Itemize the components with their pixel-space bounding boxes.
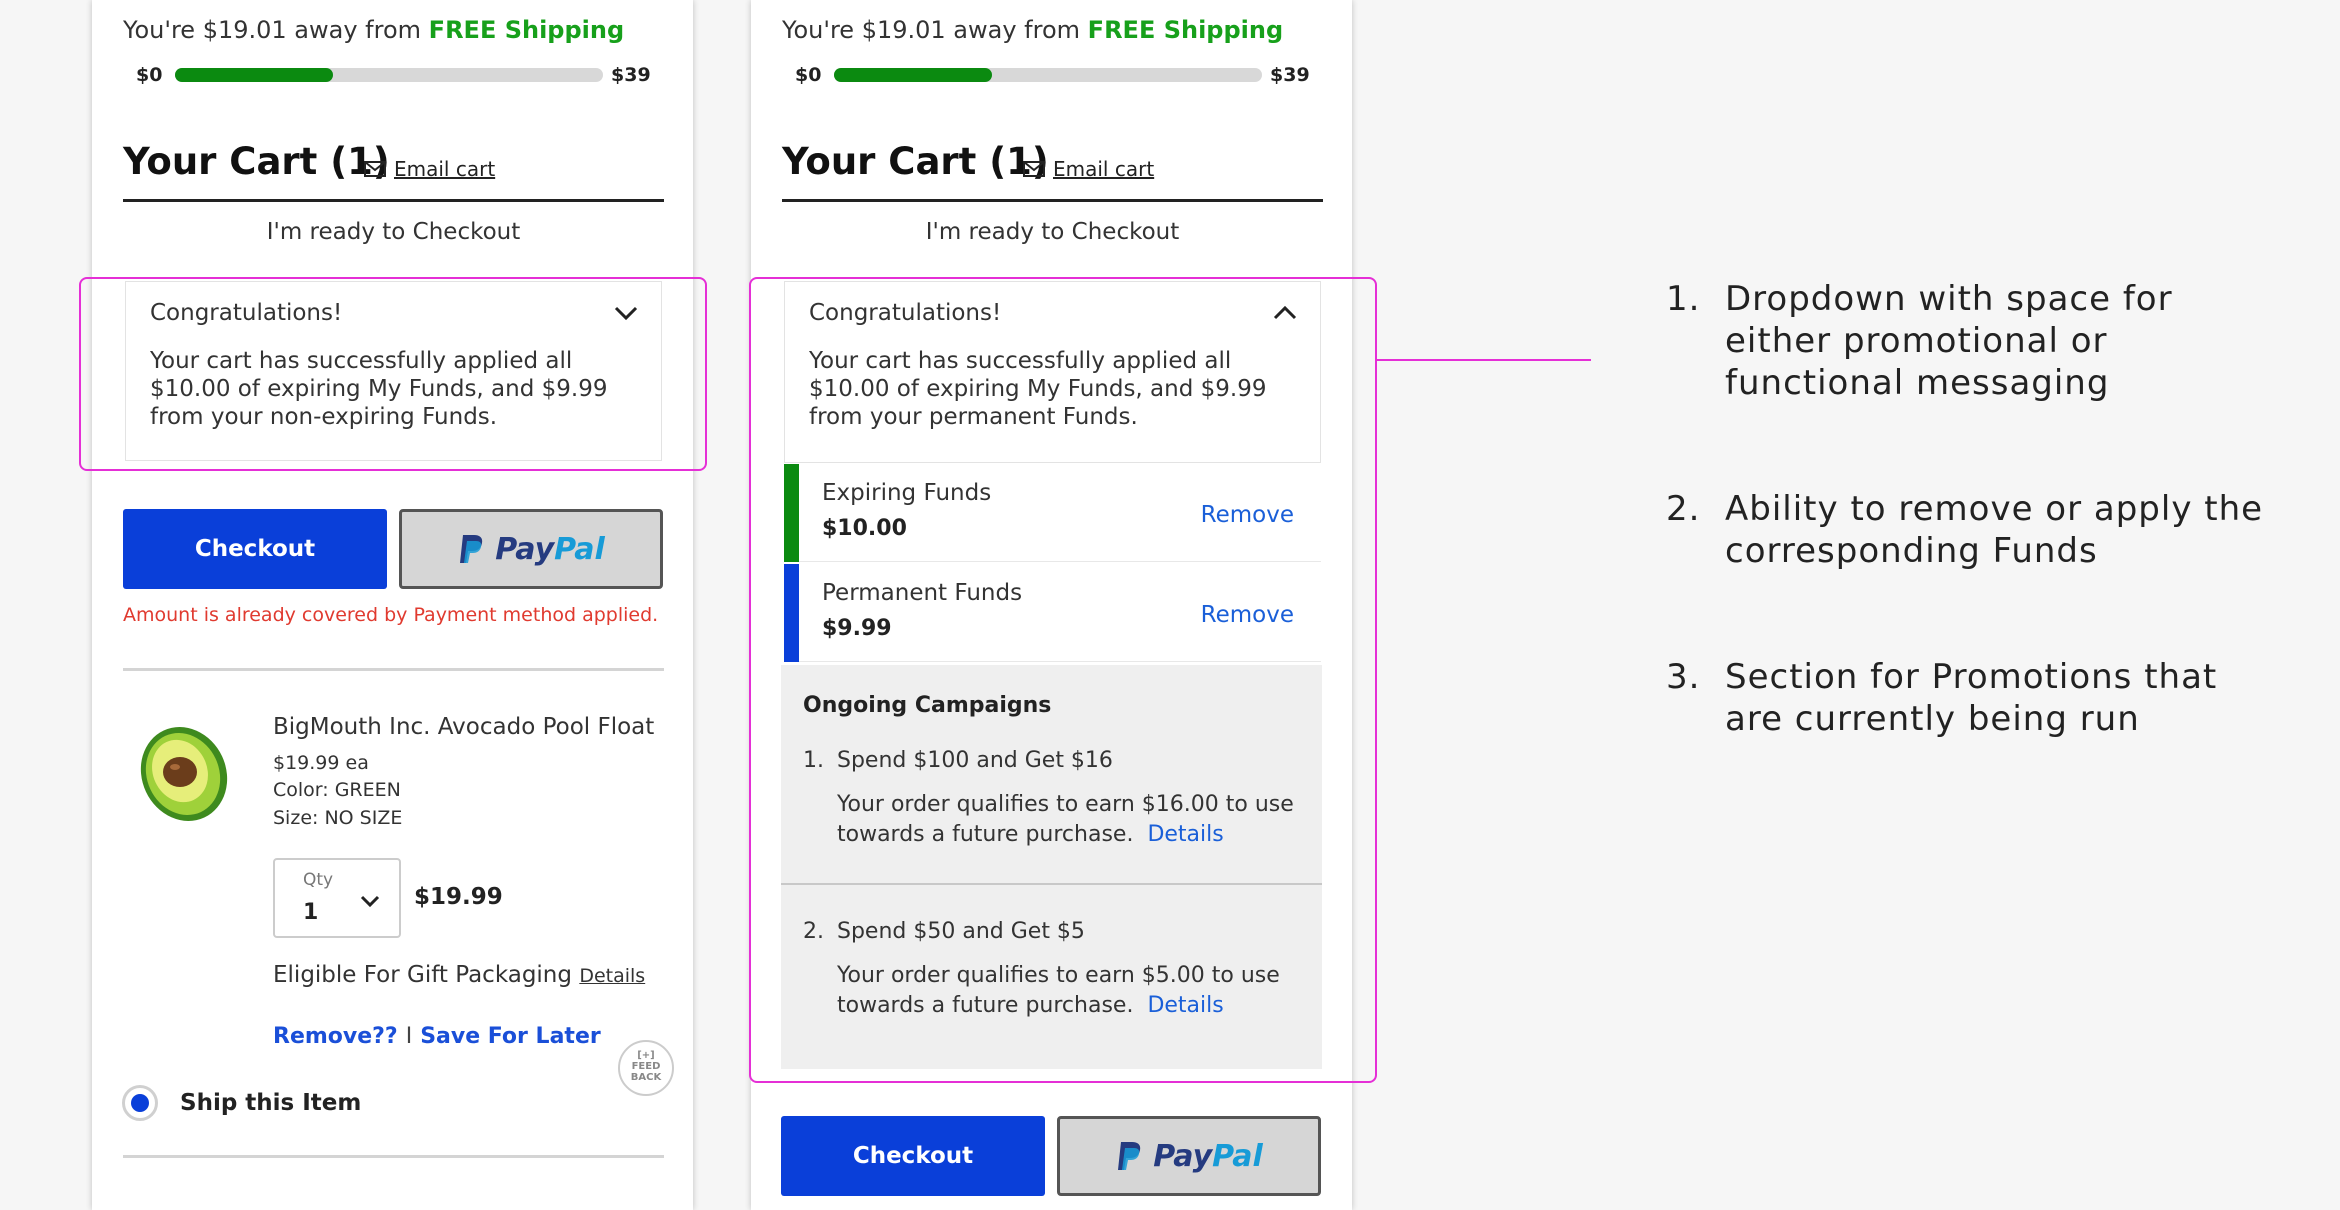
email-cart-label: Email cart (394, 157, 496, 181)
annotation-highlight-left (79, 277, 707, 471)
paypal-label-pal: Pal (554, 531, 605, 567)
product-size: Size: NO SIZE (273, 807, 403, 829)
product-color: Color: GREEN (273, 779, 401, 801)
progress-max-label: $39 (1270, 64, 1310, 86)
chevron-down-icon (360, 895, 380, 908)
checkout-button[interactable]: Checkout (781, 1116, 1045, 1196)
progress-max-label: $39 (611, 64, 651, 86)
feedback-line-2: BACK (630, 1072, 662, 1083)
line-item-price: $19.99 (414, 884, 503, 910)
product-price-each: $19.99 ea (273, 752, 369, 774)
section-divider (123, 1155, 664, 1158)
gift-packaging-row: Eligible For Gift Packaging Details (273, 962, 645, 988)
paypal-label-pay: Pay (1153, 1138, 1213, 1174)
ready-to-checkout-label: I'm ready to Checkout (266, 219, 521, 245)
product-name[interactable]: BigMouth Inc. Avocado Pool Float (273, 714, 654, 740)
free-shipping-message: You're $19.01 away from FREE Shipping (123, 16, 625, 44)
free-shipping-message: You're $19.01 away from FREE Shipping (782, 16, 1284, 44)
shipping-progress-fill (175, 68, 334, 82)
action-separator: I (405, 1024, 413, 1049)
annotation-highlight-right (749, 277, 1377, 1083)
shipping-progress-bar (834, 68, 1262, 82)
email-cart-link[interactable]: Email cart (364, 157, 495, 181)
title-divider (123, 199, 664, 202)
cart-title: Your Cart (1) (782, 140, 1049, 183)
remove-item-link[interactable]: Remove?? (273, 1024, 398, 1049)
gift-packaging-label: Eligible For Gift Packaging (273, 962, 572, 988)
mail-icon (1023, 161, 1045, 177)
feedback-button[interactable]: [+] FEED BACK (618, 1040, 674, 1096)
paypal-logo (460, 535, 483, 563)
paypal-logo (1118, 1142, 1141, 1170)
quantity-label: Qty (303, 870, 334, 890)
item-actions: Remove?? I Save For Later (273, 1024, 601, 1049)
quantity-select[interactable]: Qty 1 (273, 858, 401, 938)
shipping-progress-bar (175, 68, 603, 82)
email-cart-link[interactable]: Email cart (1023, 157, 1154, 181)
feedback-line-1: FEED (631, 1061, 661, 1072)
paypal-button[interactable]: PayPal (399, 509, 663, 589)
shipping-progress-fill (834, 68, 993, 82)
paypal-label-pal: Pal (1212, 1138, 1263, 1174)
title-divider (782, 199, 1323, 202)
save-for-later-link[interactable]: Save For Later (420, 1024, 601, 1049)
section-divider (123, 668, 664, 671)
gift-details-link[interactable]: Details (579, 965, 645, 987)
ready-to-checkout-label: I'm ready to Checkout (925, 219, 1180, 245)
annotation-connector-line (1376, 359, 1591, 361)
ship-item-label: Ship this Item (180, 1090, 362, 1116)
cart-screen-collapsed: You're $19.01 away from FREE Shipping $0… (92, 0, 693, 1210)
quantity-value: 1 (303, 900, 319, 925)
feedback-mark: [+] (637, 1050, 655, 1061)
radio-selected-icon[interactable] (122, 1085, 158, 1121)
email-cart-label: Email cart (1053, 157, 1155, 181)
progress-min-label: $0 (795, 64, 822, 86)
paypal-label-pay: Pay (495, 531, 555, 567)
payment-error-message: Amount is already covered by Payment met… (123, 604, 659, 626)
paypal-button[interactable]: PayPal (1057, 1116, 1321, 1196)
avocado-image (140, 727, 228, 821)
cart-title: Your Cart (1) (123, 140, 390, 183)
checkout-button[interactable]: Checkout (123, 509, 387, 589)
progress-min-label: $0 (136, 64, 163, 86)
mail-icon (364, 161, 386, 177)
